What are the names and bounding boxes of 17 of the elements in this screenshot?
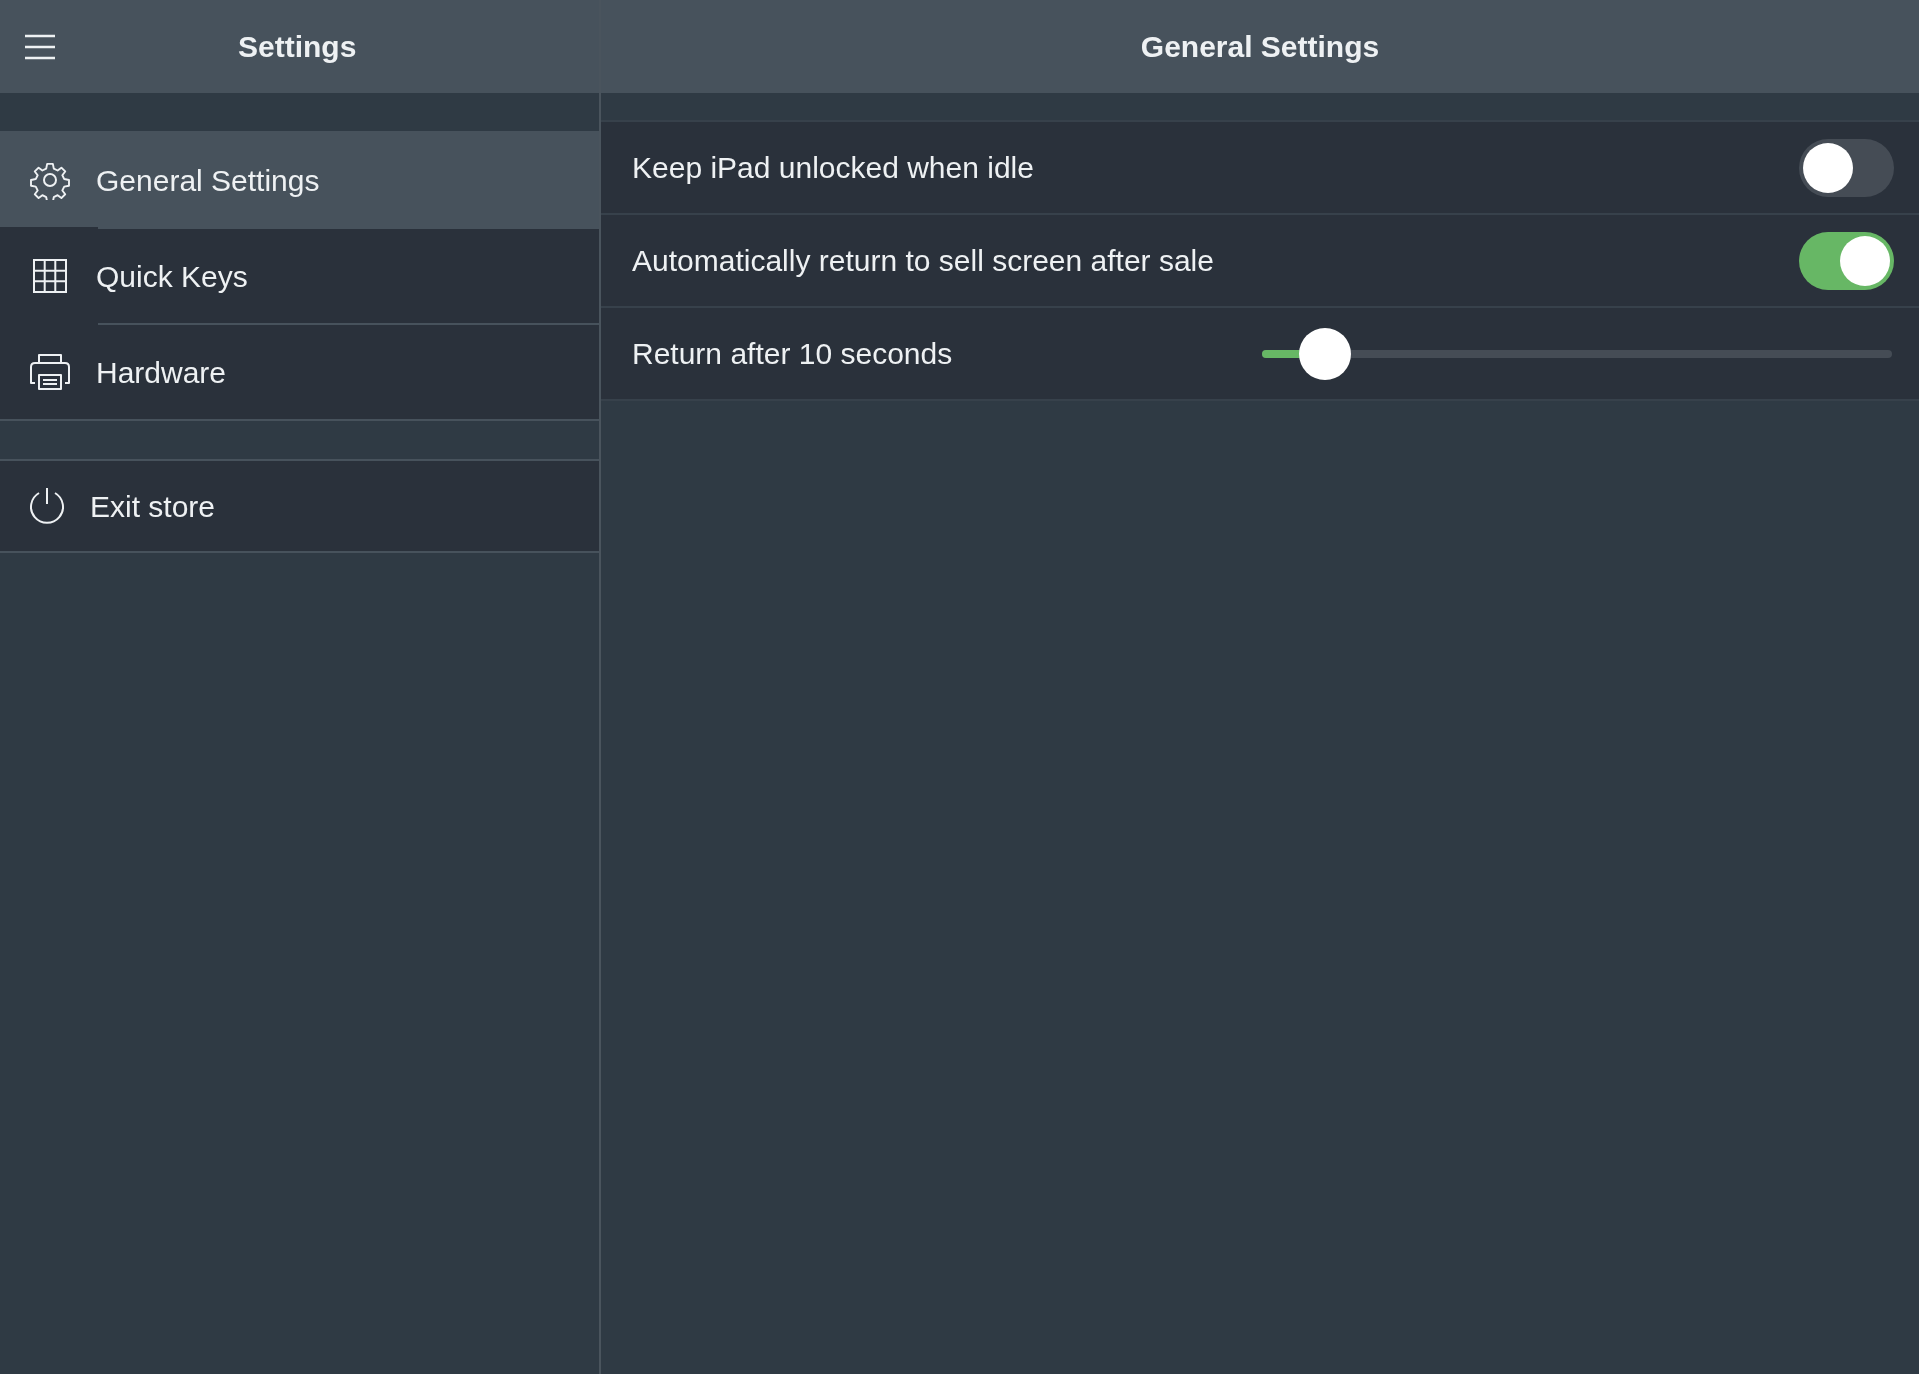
printer-icon: [29, 353, 71, 391]
exit-store-button[interactable]: Exit store: [0, 459, 599, 553]
setting-label: Return after 10 seconds: [632, 336, 953, 372]
power-icon: [28, 487, 66, 525]
sidebar-item[interactable]: Quick Keys: [0, 229, 599, 323]
grid-icon: [33, 259, 67, 293]
setting-label: Keep iPad unlocked when idle: [632, 150, 1034, 186]
page-title: General Settings: [1140, 29, 1380, 65]
setting-label: Automatically return to sell screen after sale: [632, 243, 1214, 279]
sidebar-title: Settings: [238, 29, 357, 65]
toggle-switch[interactable]: [1799, 231, 1894, 290]
slider[interactable]: [1262, 327, 1892, 380]
exit-store-label: Exit store: [90, 488, 216, 525]
slider-thumb[interactable]: [1299, 327, 1351, 380]
sidebar-item[interactable]: Hardware: [0, 325, 599, 419]
gear-icon: [30, 160, 70, 200]
sidebar-item[interactable]: General Settings: [0, 133, 599, 227]
